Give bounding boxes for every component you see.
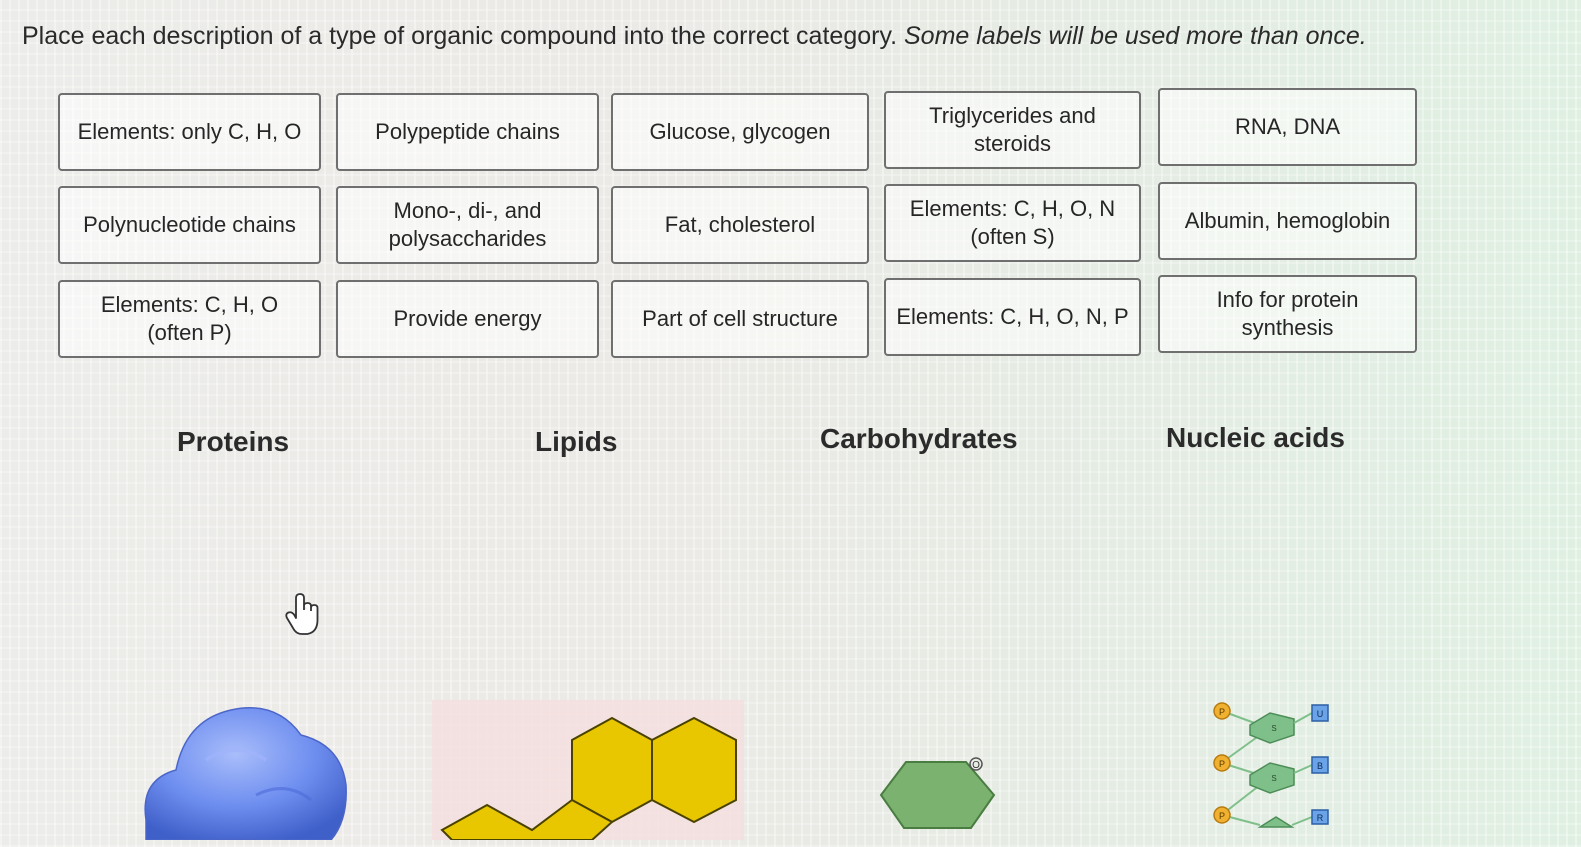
- label-text: Elements: C, H, O, N (often S): [909, 196, 1116, 249]
- label-glucose-glycogen[interactable]: Glucose, glycogen: [611, 93, 869, 171]
- label-text: Polynucleotide chains: [83, 212, 296, 237]
- base-label-3: R: [1317, 813, 1324, 823]
- label-text: Elements: C, H, O (often P): [100, 292, 279, 345]
- label-text: Provide energy: [393, 306, 542, 331]
- label-text: Albumin, hemoglobin: [1184, 208, 1391, 233]
- label-polynucleotide-chains[interactable]: Polynucleotide chains: [58, 186, 321, 264]
- label-text: Elements: only C, H, O: [77, 119, 302, 144]
- base-label-2: B: [1317, 761, 1323, 771]
- label-elements-cho-p[interactable]: Elements: C, H, O (often P): [58, 280, 321, 358]
- phosphate-label-3: P: [1219, 811, 1225, 821]
- label-mono-di-polysaccharides[interactable]: Mono-, di-, and polysaccharides: [336, 186, 599, 264]
- label-text: Glucose, glycogen: [649, 119, 831, 144]
- lipid-illustration: [432, 700, 744, 845]
- phosphate-label-1: P: [1219, 707, 1225, 717]
- hand-cursor-icon: [284, 592, 324, 645]
- ring-oxygen-label: O: [972, 760, 980, 771]
- instructions-main: Place each description of a type of orga…: [22, 22, 898, 50]
- label-elements-chonp[interactable]: Elements: C, H, O, N, P: [884, 278, 1141, 356]
- sugar-label-1: S: [1271, 724, 1276, 733]
- category-proteins[interactable]: Proteins: [177, 426, 289, 458]
- label-text: Polypeptide chains: [375, 119, 560, 144]
- label-text: Triglycerides and steroids: [929, 103, 1096, 156]
- label-polypeptide-chains[interactable]: Polypeptide chains: [336, 93, 599, 171]
- nucleic-acid-illustration: S S P P P U B R: [1208, 695, 1348, 840]
- label-text: Info for protein synthesis: [1216, 287, 1359, 340]
- category-lipids[interactable]: Lipids: [535, 426, 617, 458]
- carbohydrate-illustration: O: [876, 750, 1011, 845]
- label-text: RNA, DNA: [1234, 114, 1341, 139]
- label-fat-cholesterol[interactable]: Fat, cholesterol: [611, 186, 869, 264]
- label-rna-dna[interactable]: RNA, DNA: [1158, 88, 1417, 166]
- sugar-label-2: S: [1271, 774, 1276, 783]
- label-triglycerides-steroids[interactable]: Triglycerides and steroids: [884, 91, 1141, 169]
- category-carbohydrates[interactable]: Carbohydrates: [820, 423, 1018, 455]
- label-albumin-hemoglobin[interactable]: Albumin, hemoglobin: [1158, 182, 1417, 260]
- base-label-1: U: [1317, 709, 1324, 719]
- phosphate-label-2: P: [1219, 759, 1225, 769]
- instructions-note: Some labels will be used more than once.: [904, 22, 1367, 50]
- label-text: Part of cell structure: [642, 306, 838, 331]
- label-info-protein-synthesis[interactable]: Info for protein synthesis: [1158, 275, 1417, 353]
- label-elements-only-cho[interactable]: Elements: only C, H, O: [58, 93, 321, 171]
- label-text: Elements: C, H, O, N, P: [896, 304, 1129, 329]
- label-text: Mono-, di-, and polysaccharides: [388, 198, 547, 251]
- category-nucleic-acids[interactable]: Nucleic acids: [1166, 422, 1345, 454]
- label-text: Fat, cholesterol: [664, 212, 816, 237]
- label-part-of-cell-structure[interactable]: Part of cell structure: [611, 280, 869, 358]
- label-elements-chons[interactable]: Elements: C, H, O, N (often S): [884, 184, 1141, 262]
- protein-illustration: [136, 700, 351, 845]
- label-provide-energy[interactable]: Provide energy: [336, 280, 599, 358]
- instructions: Place each description of a type of orga…: [22, 22, 1367, 51]
